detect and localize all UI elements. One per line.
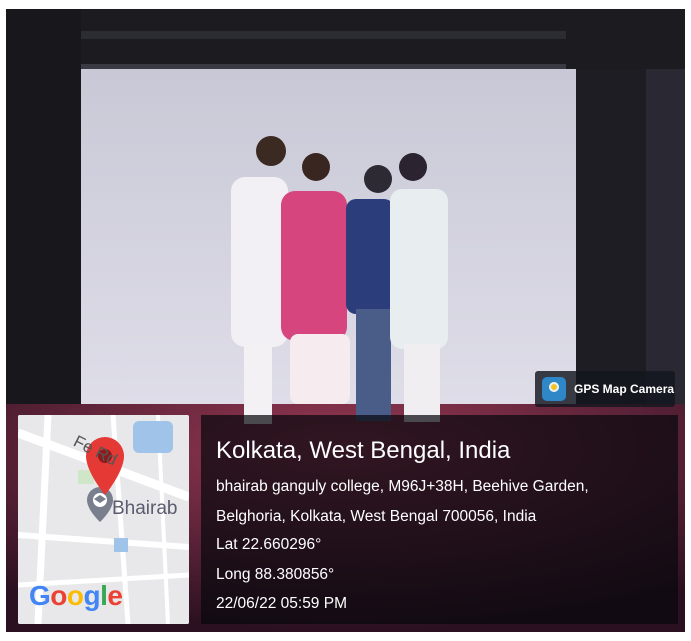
gps-map-camera-badge: GPS Map Camera xyxy=(535,371,675,407)
longitude-text: Long 88.380856° xyxy=(216,566,335,583)
photo-frame: GPS Map Camera Fe Rd Bhairab Google Kolk… xyxy=(0,0,691,641)
google-logo: Google xyxy=(29,580,123,612)
badge-label: GPS Map Camera xyxy=(574,382,675,396)
location-map-thumbnail: Fe Rd Bhairab Google xyxy=(18,415,189,624)
gps-map-camera-app-icon xyxy=(542,377,566,401)
latitude-text: Lat 22.660296° xyxy=(216,536,322,553)
google-logo-letter: g xyxy=(83,580,101,611)
datetime-text: 22/06/22 05:59 PM xyxy=(216,595,347,612)
address-line-2: Belghoria, Kolkata, West Bengal 700056, … xyxy=(216,508,537,525)
google-logo-letter: e xyxy=(107,580,123,611)
map-place-label: Bhairab xyxy=(112,498,178,519)
google-logo-letter: o xyxy=(50,580,67,611)
location-title: Kolkata, West Bengal, India xyxy=(216,437,511,464)
google-logo-letter: G xyxy=(29,580,51,611)
location-info-panel: Kolkata, West Bengal, India bhairab gang… xyxy=(201,415,678,624)
address-line-1: bhairab ganguly college, M96J+38H, Beehi… xyxy=(216,478,589,495)
google-logo-letter: o xyxy=(66,580,84,611)
